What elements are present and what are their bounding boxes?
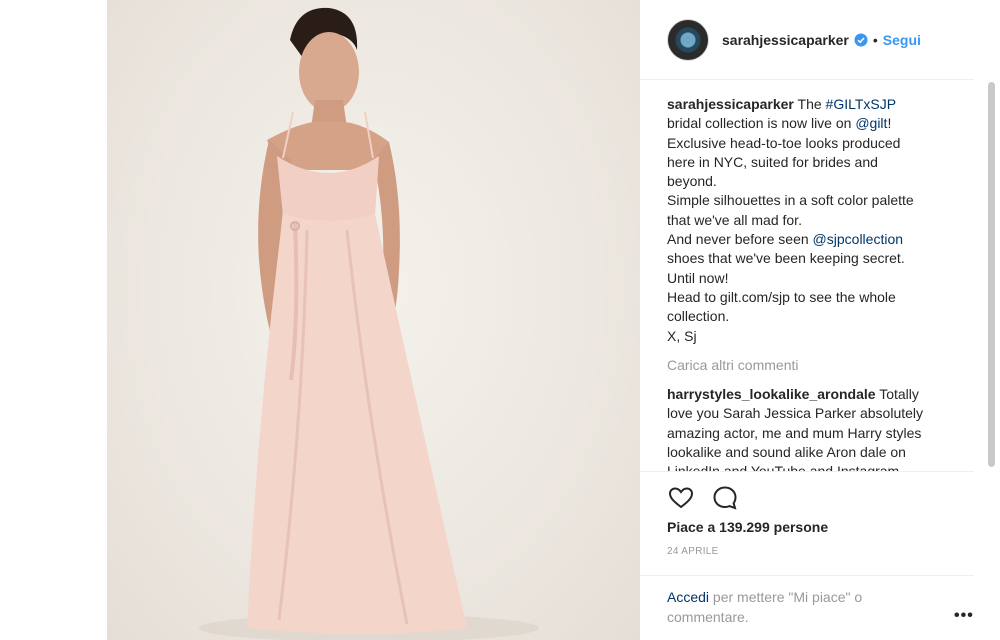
login-link[interactable]: Accedi (667, 589, 709, 605)
divider (640, 575, 974, 576)
hashtag-link[interactable]: #GILTxSJP (826, 96, 897, 112)
comment-line: LinkedIn and YouTube and Instagram (667, 462, 957, 471)
caption-line: Simple silhouettes in a soft color palet… (667, 192, 914, 209)
follow-button[interactable]: Segui (883, 32, 921, 48)
photo-illustration (199, 7, 539, 640)
caption-text: bridal collection is now live on (667, 115, 856, 132)
caption-line: here in NYC, suited for brides and (667, 153, 878, 170)
comments-list[interactable]: sarahjessicaparker The #GILTxSJP bridal … (667, 95, 957, 471)
caption: sarahjessicaparker The #GILTxSJP bridal … (667, 95, 957, 346)
caption-line: Head to gilt.com/sjp to see the whole (667, 288, 896, 305)
verified-badge-icon (854, 33, 868, 46)
caption-line: X, Sj (667, 327, 697, 344)
load-more-comments-button[interactable]: Carica altri commenti (667, 356, 957, 375)
caption-text: ! (887, 115, 892, 132)
more-options-icon[interactable]: ••• (954, 607, 974, 625)
mention-gilt-link[interactable]: @gilt (855, 115, 887, 131)
caption-username[interactable]: sarahjessicaparker (667, 96, 794, 112)
post-date[interactable]: 24 APRILE (667, 546, 719, 557)
caption-line: Exclusive head-to-toe looks produced (667, 134, 901, 151)
comment-bubble-icon[interactable] (711, 484, 739, 512)
comment-line: love you Sarah Jessica Parker absolutely (667, 405, 924, 422)
caption-line: Until now! (667, 269, 729, 286)
comment-line: lookalike and sound alike Aron dale on (667, 444, 906, 461)
likes-count[interactable]: Piace a 139.299 persone (667, 519, 828, 535)
comment-item: harrystyles_lookalike_arondale Totally l… (667, 385, 957, 471)
comment-username[interactable]: harrystyles_lookalike_arondale (667, 386, 876, 402)
comment-line: amazing actor, me and mum Harry styles (667, 424, 922, 441)
caption-text: And never before seen (667, 231, 813, 248)
left-gutter (0, 0, 107, 640)
mention-sjpcollection-link[interactable]: @sjpcollection (813, 231, 903, 247)
post-actions: Piace a 139.299 persone 24 APRILE Accedi… (640, 471, 974, 640)
caption-line: shoes that we've been keeping secret. (667, 250, 905, 267)
comment-text: Totally (875, 386, 919, 403)
heart-icon[interactable] (667, 484, 695, 512)
caption-line: collection. (667, 308, 730, 325)
login-prompt: Accedi per mettere "Mi piace" o commenta… (667, 587, 927, 627)
caption-text: The (793, 96, 826, 112)
comments-scrollbar[interactable] (988, 82, 995, 467)
post-photo[interactable] (107, 0, 640, 640)
caption-line: that we've all mad for. (667, 211, 802, 228)
avatar[interactable] (667, 18, 709, 61)
header-separator: • (872, 31, 878, 48)
caption-line: beyond. (667, 173, 717, 190)
post-header: sarahjessicaparker • Segui (640, 0, 974, 80)
header-username[interactable]: sarahjessicaparker (722, 32, 849, 48)
